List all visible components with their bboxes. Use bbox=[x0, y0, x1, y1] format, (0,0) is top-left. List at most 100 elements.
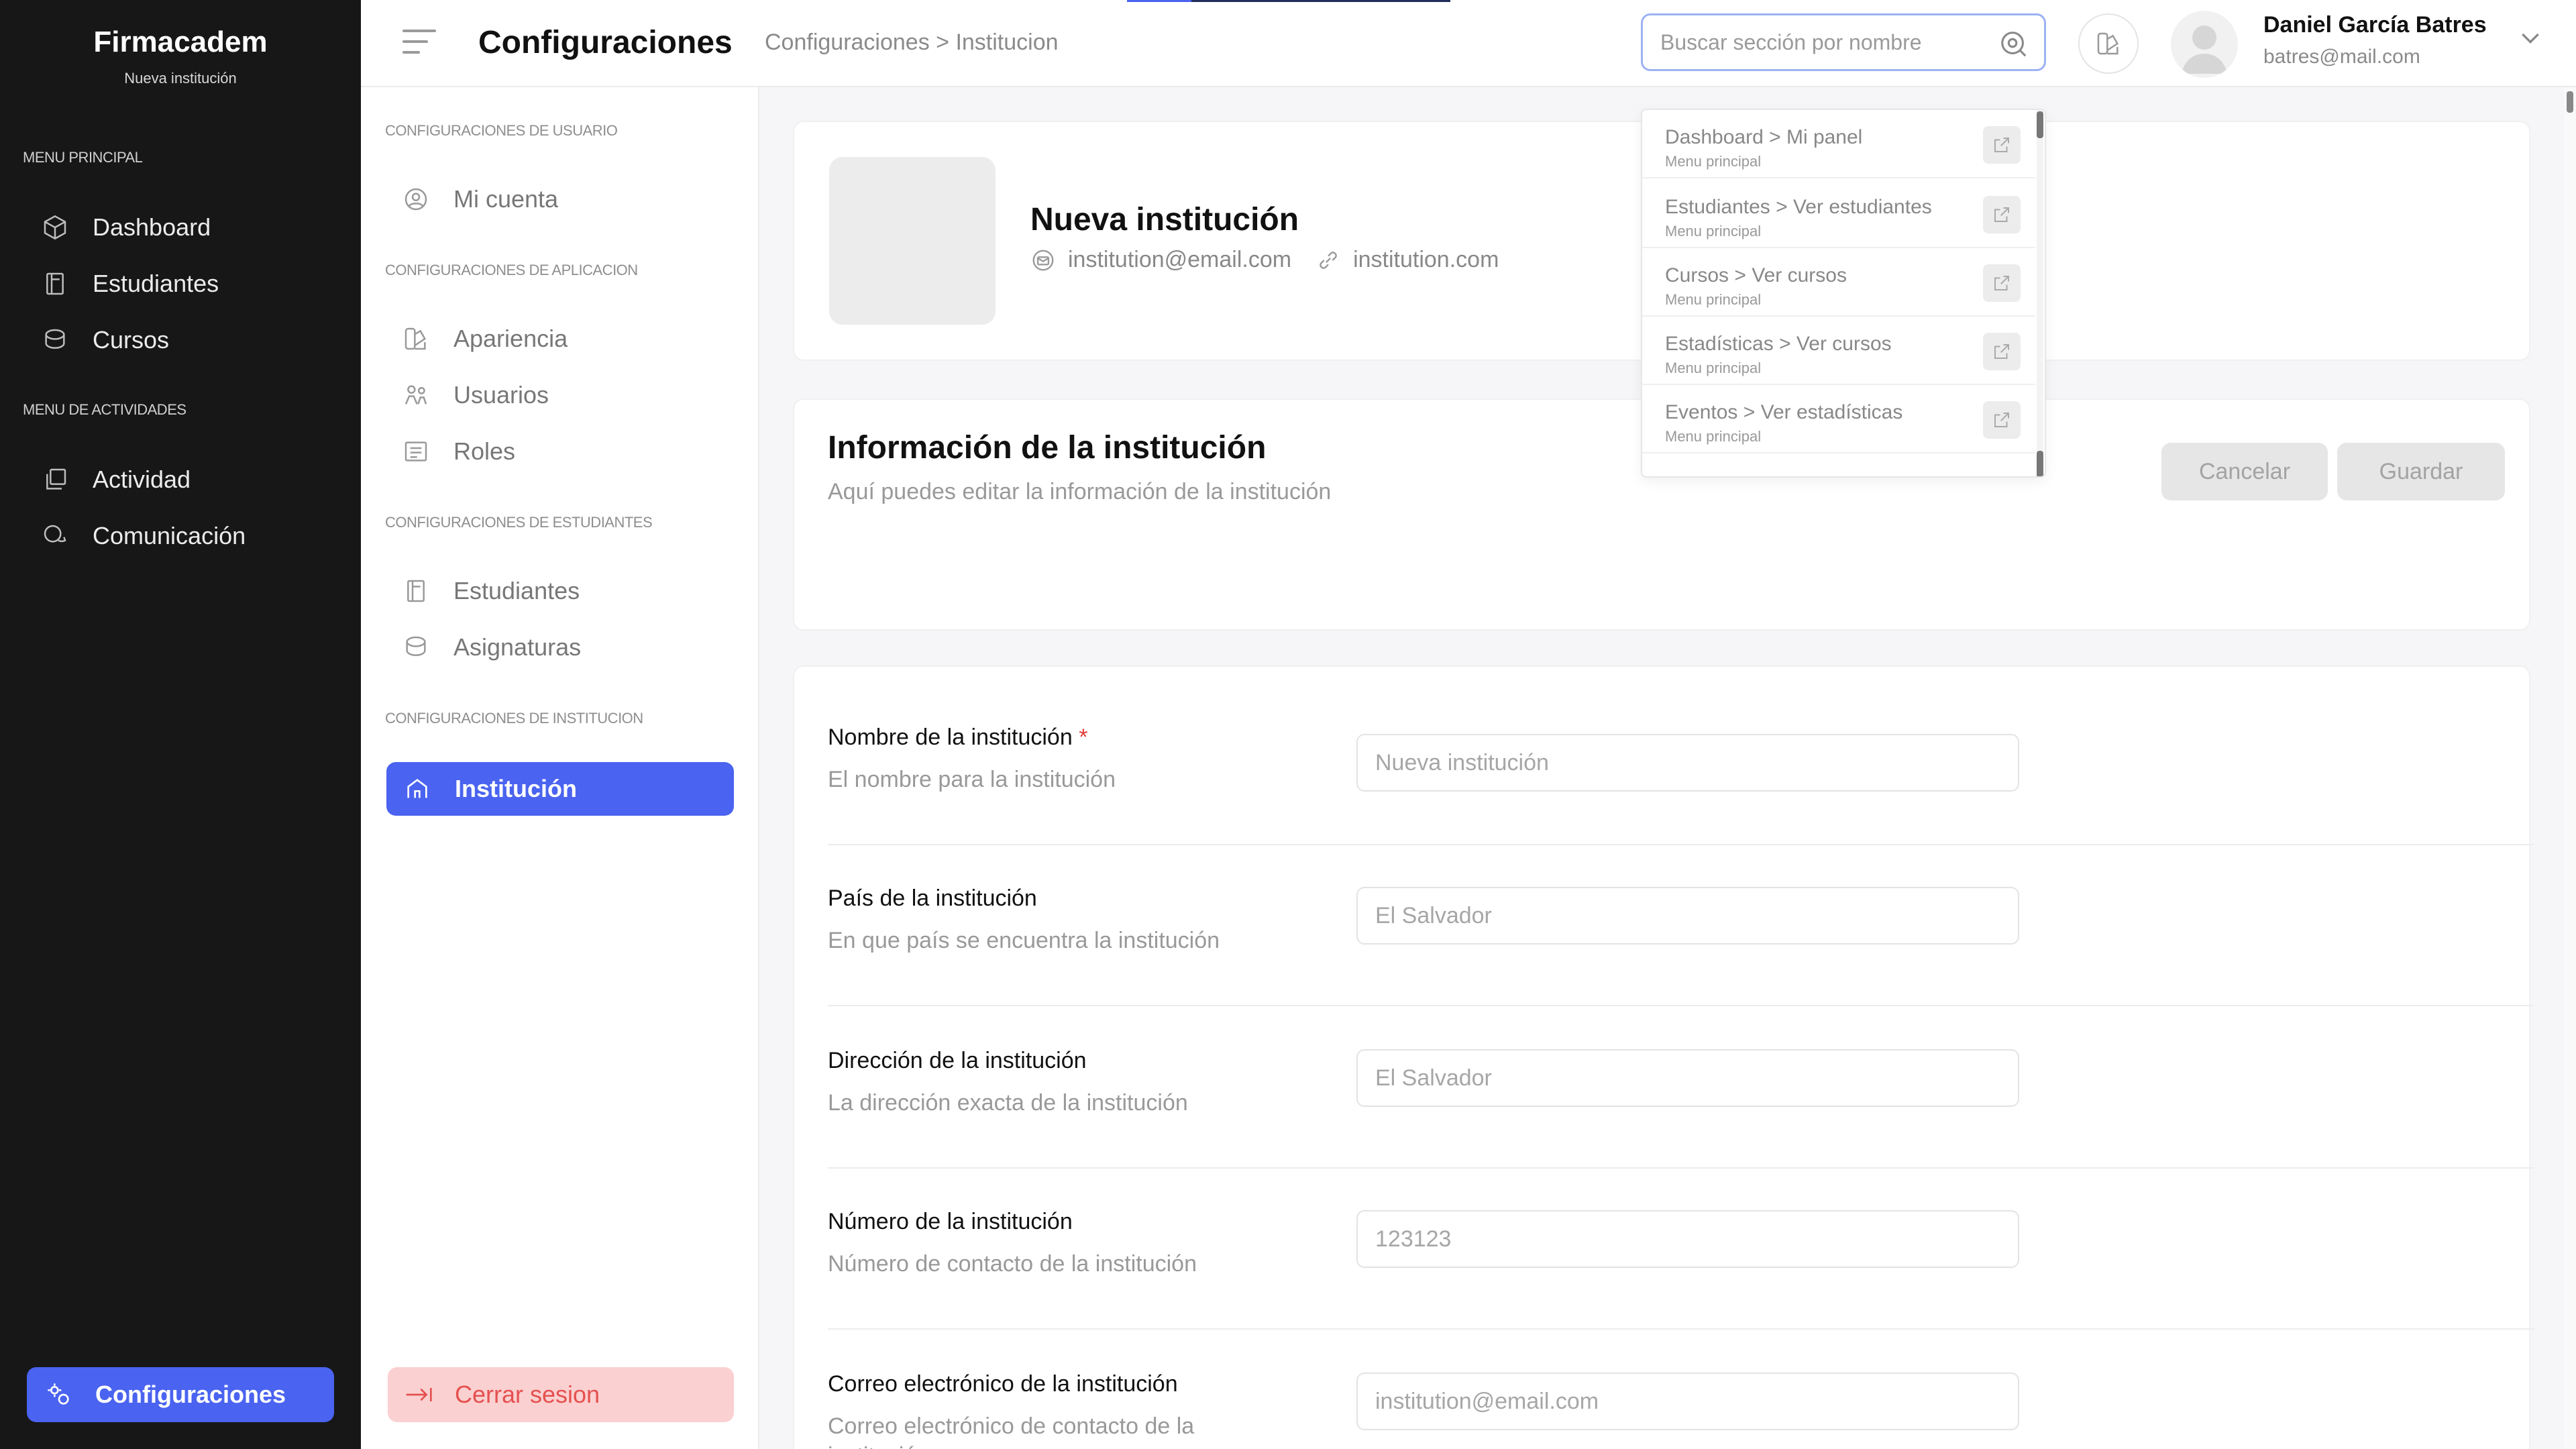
form-help: La dirección exacta de la institución bbox=[828, 1090, 1188, 1116]
settings-item-label: Mi cuenta bbox=[453, 185, 559, 213]
sidebar-item-label: Comunicación bbox=[93, 522, 246, 549]
email-field[interactable]: institution@email.com bbox=[1356, 1373, 2019, 1430]
required-marker: * bbox=[1079, 724, 1088, 750]
user-placeholder-icon bbox=[2182, 25, 2227, 74]
settings-item-label: Roles bbox=[453, 437, 516, 465]
external-link-icon[interactable] bbox=[1983, 264, 2021, 302]
dropdown-scrollbar[interactable] bbox=[2037, 110, 2043, 476]
cancel-button[interactable]: Cancelar bbox=[2161, 443, 2328, 500]
search-result-subtitle: Menu principal bbox=[1665, 291, 1762, 308]
search-result-title: Dashboard > Mi panel bbox=[1665, 126, 1863, 148]
info-card-subtitle: Aquí puedes editar la información de la … bbox=[828, 479, 1332, 504]
sidebar-section-title: MENU DE ACTIVIDADES bbox=[23, 401, 186, 418]
palette-icon bbox=[405, 327, 426, 350]
sidebar-item-estudiantes[interactable]: Estudiantes bbox=[42, 260, 219, 307]
address-field[interactable]: El Salvador bbox=[1356, 1049, 2019, 1107]
search-result-item[interactable]: Estudiantes > Ver estudiantes Menu princ… bbox=[1642, 180, 2035, 248]
form-label: País de la institución bbox=[828, 885, 1037, 911]
page-scrollbar[interactable] bbox=[2564, 87, 2576, 1449]
save-button[interactable]: Guardar bbox=[2337, 443, 2505, 500]
form-divider bbox=[828, 1328, 2534, 1330]
search-result-item[interactable]: Eventos > Ver estadísticas Menu principa… bbox=[1642, 385, 2035, 453]
form-help: El nombre para la institución bbox=[828, 767, 1116, 792]
search-result-item[interactable]: Estadísticas > Ver cursos Menu principal bbox=[1642, 317, 2035, 385]
menu-toggle-icon[interactable] bbox=[402, 30, 436, 59]
sidebar-item-dashboard[interactable]: Dashboard bbox=[42, 204, 211, 251]
external-link-icon[interactable] bbox=[1983, 333, 2021, 370]
sidebar-item-label: Dashboard bbox=[93, 213, 211, 241]
cube-icon bbox=[44, 215, 66, 240]
country-field[interactable]: El Salvador bbox=[1356, 887, 2019, 945]
search-result-title: Estadísticas > Ver cursos bbox=[1665, 333, 1892, 355]
appearance-button[interactable] bbox=[2078, 13, 2139, 74]
external-link-icon[interactable] bbox=[1983, 401, 2021, 439]
form-divider bbox=[828, 844, 2534, 845]
settings-section-title: CONFIGURACIONES DE ESTUDIANTES bbox=[385, 514, 653, 531]
logout-button[interactable]: Cerrar sesion bbox=[388, 1367, 734, 1422]
form-label: Dirección de la institución bbox=[828, 1048, 1087, 1073]
sidebar-item-label: Actividad bbox=[93, 466, 191, 493]
book-icon bbox=[407, 580, 425, 602]
sidebar-item-label: Estudiantes bbox=[93, 270, 219, 297]
external-link-icon[interactable] bbox=[1983, 126, 2021, 164]
form-help: Correo electrónico de contacto de la ins… bbox=[828, 1413, 1195, 1449]
phone-field[interactable]: 123123 bbox=[1356, 1210, 2019, 1268]
sidebar-section-title: MENU PRINCIPAL bbox=[23, 149, 143, 166]
institution-website[interactable]: institution.com bbox=[1353, 247, 1499, 273]
database-icon bbox=[45, 329, 65, 349]
form-label: Número de la institución bbox=[828, 1209, 1073, 1234]
list-icon bbox=[405, 441, 427, 462]
chat-icon bbox=[44, 525, 66, 543]
form-label: Nombre de la institución * bbox=[828, 724, 1088, 750]
settings-item-institucion[interactable]: Institución bbox=[386, 762, 734, 816]
settings-item-label: Apariencia bbox=[453, 325, 568, 352]
settings-item-apariencia[interactable]: Apariencia bbox=[402, 315, 568, 362]
dropdown-scroll-thumb[interactable] bbox=[2037, 111, 2043, 138]
search-result-item[interactable]: Dashboard > Mi panel Menu principal bbox=[1642, 110, 2035, 178]
home-icon bbox=[407, 779, 427, 798]
institution-contact: institution@email.com institution.com bbox=[1030, 247, 1499, 273]
settings-item-label: Institución bbox=[455, 775, 577, 802]
settings-item-estudiantes[interactable]: Estudiantes bbox=[402, 568, 580, 614]
settings-button-label: Configuraciones bbox=[95, 1381, 286, 1408]
search-input[interactable]: Buscar sección por nombre bbox=[1641, 13, 2046, 71]
sidebar-item-cursos[interactable]: Cursos bbox=[42, 317, 169, 364]
users-icon bbox=[405, 385, 427, 405]
search-result-subtitle: Menu principal bbox=[1665, 360, 1762, 376]
page-scroll-thumb[interactable] bbox=[2567, 91, 2573, 113]
avatar[interactable] bbox=[2171, 11, 2238, 78]
user-email: batres@mail.com bbox=[2263, 46, 2420, 68]
page-title: Configuraciones bbox=[478, 25, 733, 60]
top-header: Configuraciones Configuraciones > Instit… bbox=[361, 0, 2576, 87]
brand-subtitle: Nueva institución bbox=[124, 70, 237, 87]
institution-name-field[interactable]: Nueva institución bbox=[1356, 734, 2019, 792]
settings-button[interactable]: Configuraciones bbox=[27, 1367, 334, 1422]
user-name: Daniel García Batres bbox=[2263, 12, 2487, 38]
chevron-down-icon[interactable] bbox=[2517, 24, 2544, 51]
external-link-icon[interactable] bbox=[1983, 196, 2021, 233]
institution-logo[interactable] bbox=[829, 157, 996, 325]
form-divider bbox=[828, 1005, 2534, 1006]
breadcrumb[interactable]: Configuraciones > Institucion bbox=[765, 30, 1059, 56]
settings-item-label: Estudiantes bbox=[453, 577, 580, 604]
form-label: Correo electrónico de la institución bbox=[828, 1371, 1178, 1397]
dropdown-scroll-thumb[interactable] bbox=[2037, 451, 2043, 476]
search-result-item[interactable]: Cursos > Ver cursos Menu principal bbox=[1642, 248, 2035, 317]
book-icon bbox=[46, 272, 64, 295]
settings-section-title: CONFIGURACIONES DE USUARIO bbox=[385, 122, 618, 139]
settings-item-asignaturas[interactable]: Asignaturas bbox=[402, 624, 581, 671]
search-result-subtitle: Menu principal bbox=[1665, 223, 1762, 239]
brand-name: Firmacadem bbox=[93, 25, 268, 58]
search-result-subtitle: Menu principal bbox=[1665, 153, 1762, 170]
search-placeholder: Buscar sección por nombre bbox=[1660, 30, 1922, 54]
search-result-title: Eventos > Ver estadísticas bbox=[1665, 401, 1903, 423]
settings-item-usuarios[interactable]: Usuarios bbox=[402, 372, 549, 419]
sidebar-item-actividad[interactable]: Actividad bbox=[42, 456, 191, 503]
sidebar-item-comunicacion[interactable]: Comunicación bbox=[42, 513, 246, 559]
link-icon bbox=[1320, 251, 1337, 269]
settings-item-mi-cuenta[interactable]: Mi cuenta bbox=[402, 176, 558, 223]
form-help: Número de contacto de la institución bbox=[828, 1251, 1197, 1277]
settings-item-roles[interactable]: Roles bbox=[402, 428, 515, 475]
logout-label: Cerrar sesion bbox=[455, 1381, 600, 1408]
gears-icon bbox=[48, 1383, 69, 1405]
